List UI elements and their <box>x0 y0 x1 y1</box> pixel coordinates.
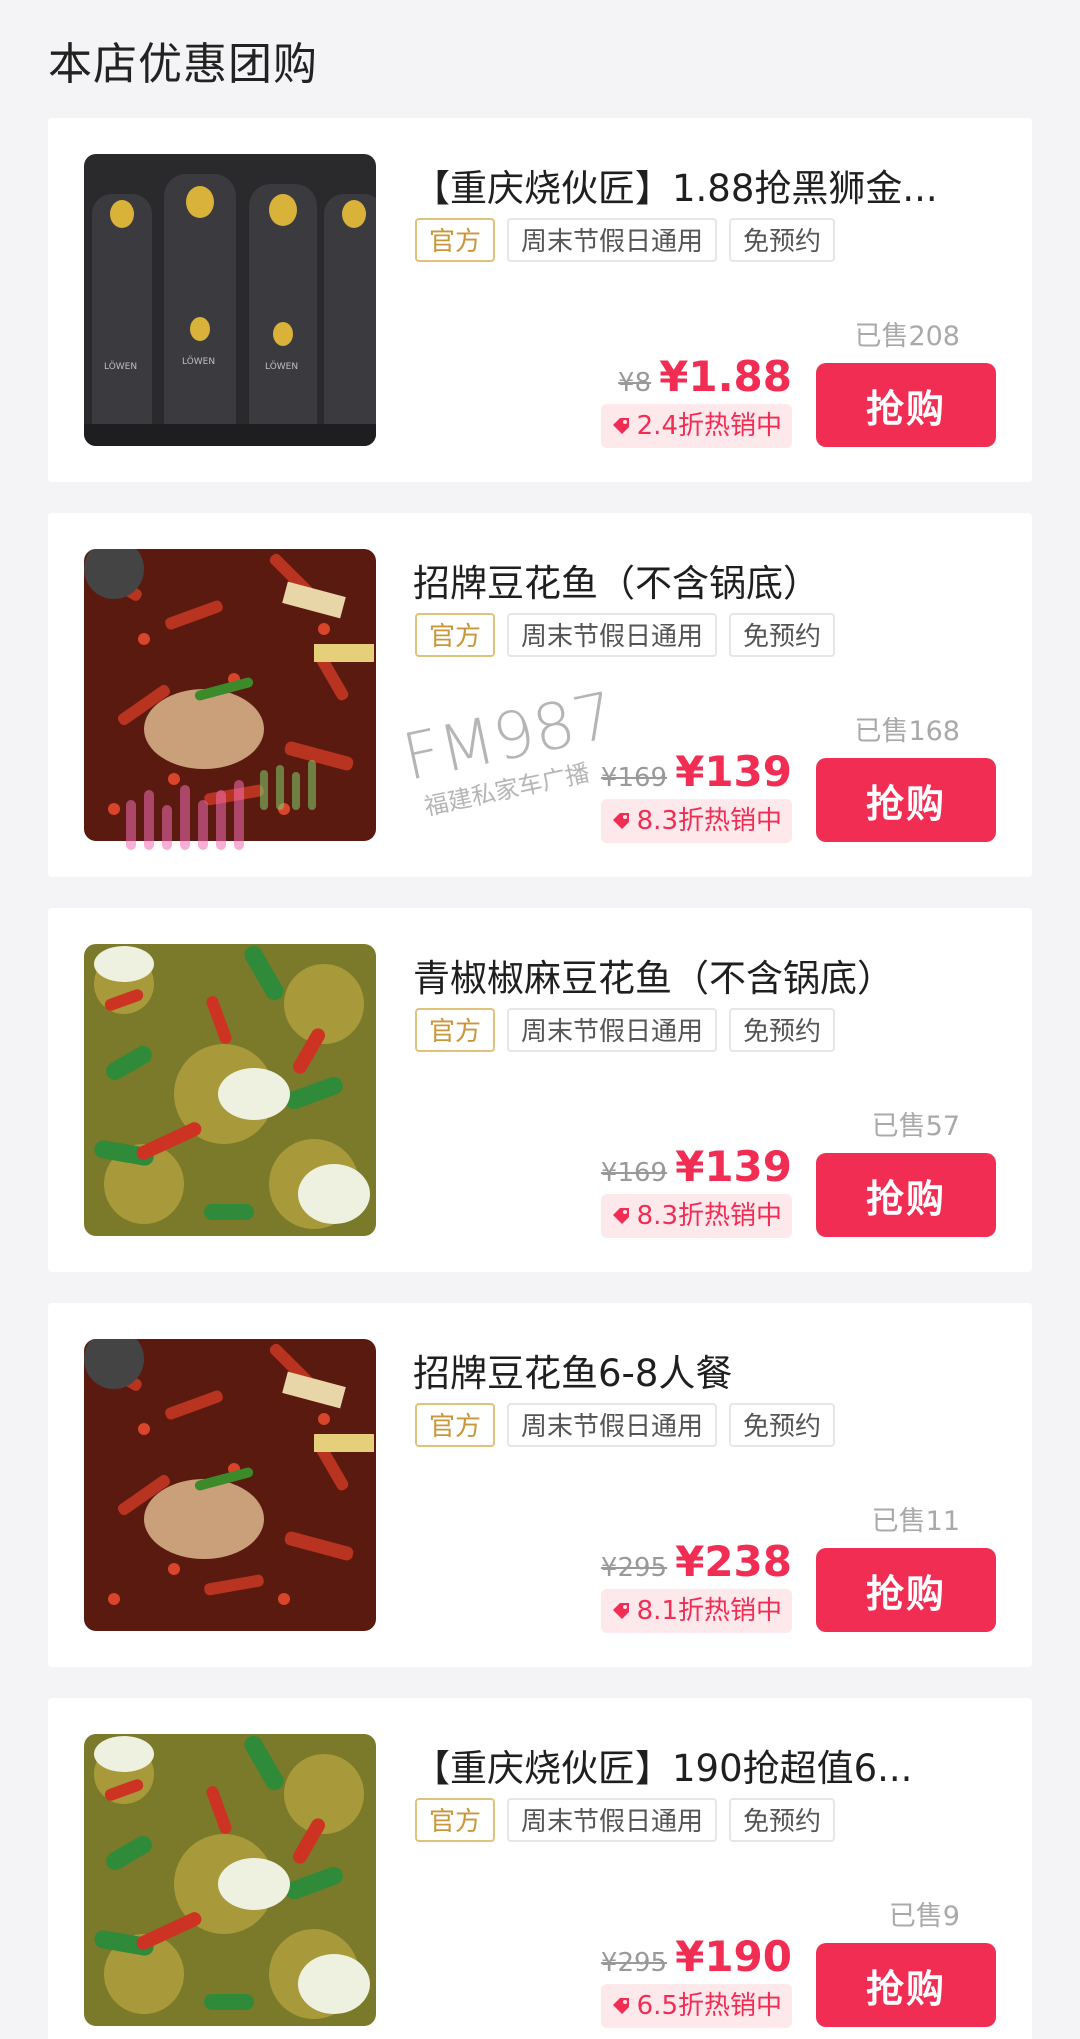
tag-row: 官方 周末节假日通用 免预约 <box>415 613 836 657</box>
official-tag: 官方 <box>415 1403 496 1447</box>
discount-text: 8.3折热销中 <box>636 806 782 836</box>
buy-button[interactable]: 抢购 <box>816 1153 996 1237</box>
official-tag: 官方 <box>415 613 496 657</box>
deal-title[interactable]: 招牌豆花鱼（不含锅底） <box>413 553 1003 607</box>
deal-list: 【重庆烧伙匠】1.88抢黑狮金... 官方 周末节假日通用 免预约 已售208 … <box>48 118 1032 2039</box>
sold-count: 已售9 <box>888 1901 960 1932</box>
discount-text: 6.5折热销中 <box>636 1991 782 2021</box>
price-tag-icon <box>612 813 629 829</box>
discount-text: 8.1折热销中 <box>636 1596 782 1626</box>
page-title: 本店优惠团购 <box>48 39 318 90</box>
deal-title[interactable]: 招牌豆花鱼6-8人餐 <box>413 1343 1003 1397</box>
discount-text: 2.4折热销中 <box>636 411 782 441</box>
deal-title[interactable]: 【重庆烧伙匠】190抢超值6... <box>413 1738 1003 1792</box>
deal-card[interactable]: 青椒椒麻豆花鱼（不含锅底） 官方 周末节假日通用 免预约 已售57 ¥169 ¥… <box>48 908 1032 1272</box>
price-row: ¥295 ¥190 <box>601 1932 792 1981</box>
deal-card[interactable]: 【重庆烧伙匠】1.88抢黑狮金... 官方 周末节假日通用 免预约 已售208 … <box>48 118 1032 482</box>
no-reservation-tag: 免预约 <box>729 1798 836 1842</box>
price-row: ¥169 ¥139 <box>601 1142 792 1191</box>
discount-badge: 6.5折热销中 <box>600 1984 792 2028</box>
price-tag-icon <box>612 1603 629 1619</box>
official-tag: 官方 <box>415 1008 496 1052</box>
discount-badge: 8.1折热销中 <box>600 1589 792 1633</box>
no-reservation-tag: 免预约 <box>729 613 836 657</box>
holiday-tag: 周末节假日通用 <box>507 613 718 657</box>
green-pepper-fish-image[interactable] <box>84 944 376 1236</box>
discount-text: 8.3折热销中 <box>636 1201 782 1231</box>
spicy-fish-hotpot-image[interactable] <box>84 1339 376 1631</box>
original-price: ¥295 <box>600 1948 668 1978</box>
deal-title[interactable]: 【重庆烧伙匠】1.88抢黑狮金... <box>413 158 1003 212</box>
no-reservation-tag: 免预约 <box>729 1008 836 1052</box>
price-row: ¥8 ¥1.88 <box>618 352 792 401</box>
original-price: ¥169 <box>600 763 668 793</box>
holiday-tag: 周末节假日通用 <box>507 1798 718 1842</box>
tag-row: 官方 周末节假日通用 免预约 <box>415 1798 836 1842</box>
sale-price: ¥1.88 <box>659 352 792 401</box>
holiday-tag: 周末节假日通用 <box>507 1008 718 1052</box>
discount-badge: 2.4折热销中 <box>600 404 792 448</box>
official-tag: 官方 <box>415 218 496 262</box>
tag-row: 官方 周末节假日通用 免预约 <box>415 1403 836 1447</box>
buy-button[interactable]: 抢购 <box>816 1548 996 1632</box>
original-price: ¥295 <box>600 1553 668 1583</box>
holiday-tag: 周末节假日通用 <box>507 218 718 262</box>
tag-row: 官方 周末节假日通用 免预约 <box>415 218 836 262</box>
sale-price: ¥139 <box>675 1142 792 1191</box>
discount-badge: 8.3折热销中 <box>600 799 792 843</box>
buy-button[interactable]: 抢购 <box>816 363 996 447</box>
page: 本店优惠团购 【重庆烧伙匠】1.88抢黑狮金... 官方 周末节假日通用 免预约… <box>0 0 1080 2039</box>
buy-button[interactable]: 抢购 <box>816 758 996 842</box>
sale-price: ¥238 <box>675 1537 792 1586</box>
deal-card[interactable]: 【重庆烧伙匠】190抢超值6... 官方 周末节假日通用 免预约 已售9 ¥29… <box>48 1698 1032 2039</box>
sold-count: 已售11 <box>871 1506 960 1537</box>
price-row: ¥169 ¥139 <box>601 747 792 796</box>
price-tag-icon <box>612 418 629 434</box>
sold-count: 已售168 <box>854 716 960 747</box>
no-reservation-tag: 免预约 <box>729 1403 836 1447</box>
price-tag-icon <box>612 1998 629 2014</box>
watermark-bars <box>126 760 316 850</box>
green-pepper-fish-image[interactable] <box>84 1734 376 2026</box>
buy-button[interactable]: 抢购 <box>816 1943 996 2027</box>
sold-count: 已售208 <box>854 321 960 352</box>
no-reservation-tag: 免预约 <box>729 218 836 262</box>
sale-price: ¥190 <box>675 1932 792 1981</box>
price-tag-icon <box>612 1208 629 1224</box>
beer-bottles-image[interactable] <box>84 154 376 446</box>
sale-price: ¥139 <box>675 747 792 796</box>
sold-count: 已售57 <box>871 1111 960 1142</box>
deal-card[interactable]: 招牌豆花鱼6-8人餐 官方 周末节假日通用 免预约 已售11 ¥295 ¥238… <box>48 1303 1032 1667</box>
tag-row: 官方 周末节假日通用 免预约 <box>415 1008 836 1052</box>
price-row: ¥295 ¥238 <box>601 1537 792 1586</box>
official-tag: 官方 <box>415 1798 496 1842</box>
original-price: ¥169 <box>600 1158 668 1188</box>
original-price: ¥8 <box>618 368 652 398</box>
discount-badge: 8.3折热销中 <box>600 1194 792 1238</box>
holiday-tag: 周末节假日通用 <box>507 1403 718 1447</box>
deal-title[interactable]: 青椒椒麻豆花鱼（不含锅底） <box>413 948 1003 1002</box>
